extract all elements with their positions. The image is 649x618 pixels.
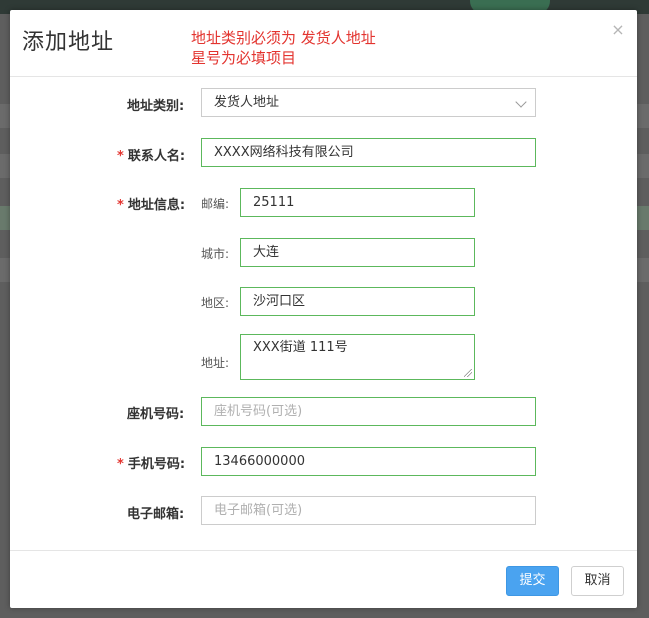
landline-input[interactable]: 座机号码(可选) (201, 397, 536, 426)
resize-grip-icon[interactable] (464, 369, 472, 377)
dialog-header: 添加地址 地址类别必须为 发货人地址 星号为必填项目 × (10, 10, 637, 77)
cancel-button[interactable]: 取消 (571, 566, 624, 596)
contact-name-input[interactable]: XXXX网络科技有限公司 (201, 138, 536, 167)
note-address-type: 地址类别必须为 发货人地址 (191, 29, 376, 47)
district-input[interactable]: 沙河口区 (240, 287, 475, 316)
dialog-footer: 提交 取消 (10, 550, 637, 609)
postcode-input[interactable]: 25111 (240, 188, 475, 217)
email-label: 电子邮箱: (127, 507, 185, 522)
city-label: 城市: (201, 247, 230, 261)
address-textarea[interactable]: XXX街道 111号 (240, 334, 475, 380)
district-label: 地区: (201, 296, 230, 310)
contact-name-label: * 联系人名: (117, 149, 186, 164)
close-icon[interactable]: × (610, 22, 626, 38)
address-type-label: 地址类别: (127, 99, 185, 114)
chevron-down-icon (515, 96, 527, 108)
mobile-input[interactable]: 13466000000 (201, 447, 536, 476)
address-type-select[interactable]: 发货人地址 (201, 88, 536, 117)
submit-button[interactable]: 提交 (506, 566, 559, 596)
address-info-label: * 地址信息: (117, 198, 186, 213)
mobile-label: * 手机号码: (117, 457, 186, 472)
note-required: 星号为必填项目 (191, 49, 297, 67)
dialog-title: 添加地址 (22, 30, 115, 55)
postcode-label: 邮编: (201, 197, 230, 211)
address-label: 地址: (201, 356, 230, 370)
email-input[interactable]: 电子邮箱(可选) (201, 496, 536, 525)
landline-label: 座机号码: (127, 407, 185, 422)
city-input[interactable]: 大连 (240, 238, 475, 267)
add-address-dialog: 添加地址 地址类别必须为 发货人地址 星号为必填项目 × 地址类别: 发货人地址… (10, 10, 637, 608)
